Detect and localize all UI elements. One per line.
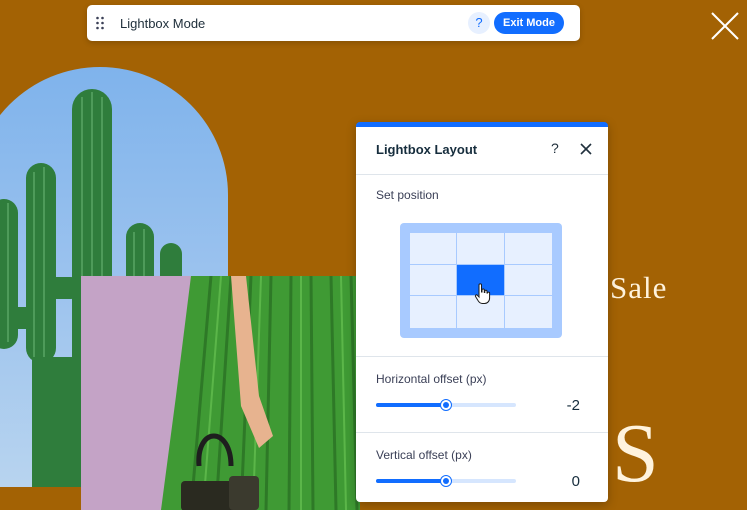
panel-help-button[interactable]: ? — [551, 140, 559, 156]
position-middle-right[interactable] — [504, 264, 552, 297]
vertical-offset-value[interactable]: 0 — [534, 473, 580, 490]
horizontal-offset-slider[interactable] — [376, 399, 516, 411]
mode-title: Lightbox Mode — [120, 16, 206, 31]
panel-title: Lightbox Layout — [376, 142, 478, 157]
fashion-image — [81, 276, 360, 510]
position-top-right[interactable] — [504, 233, 552, 265]
slider-fill — [376, 479, 446, 483]
help-button[interactable]: ? — [468, 12, 490, 34]
slider-fill — [376, 403, 446, 407]
vertical-offset-label: Vertical offset (px) — [376, 448, 472, 462]
position-middle-left[interactable] — [410, 264, 458, 297]
position-bottom-right[interactable] — [504, 296, 552, 328]
drag-handle-icon[interactable] — [95, 16, 105, 30]
position-grid — [400, 223, 562, 338]
close-icon[interactable] — [708, 9, 742, 43]
horizontal-offset-value[interactable]: -2 — [534, 397, 580, 414]
position-bottom-left[interactable] — [410, 296, 458, 328]
position-top-left[interactable] — [410, 233, 458, 265]
exit-mode-button[interactable]: Exit Mode — [494, 12, 564, 34]
position-section-label: Set position — [376, 188, 439, 202]
divider — [356, 356, 608, 357]
lightbox-layout-panel: Lightbox Layout ? Set position Horizonta… — [356, 122, 608, 502]
close-icon[interactable] — [580, 142, 592, 155]
lightbox-mode-bar: Lightbox Mode ? Exit Mode — [87, 5, 580, 41]
position-top-center[interactable] — [457, 233, 505, 265]
large-letter: S — [612, 407, 659, 500]
slider-thumb[interactable] — [440, 475, 452, 487]
hand-cursor-icon — [474, 283, 492, 305]
panel-header: Lightbox Layout ? — [356, 127, 608, 175]
slider-thumb[interactable] — [440, 399, 452, 411]
divider — [356, 432, 608, 433]
sale-heading: Sale — [610, 270, 668, 305]
vertical-offset-slider[interactable] — [376, 475, 516, 487]
horizontal-offset-label: Horizontal offset (px) — [376, 372, 487, 386]
